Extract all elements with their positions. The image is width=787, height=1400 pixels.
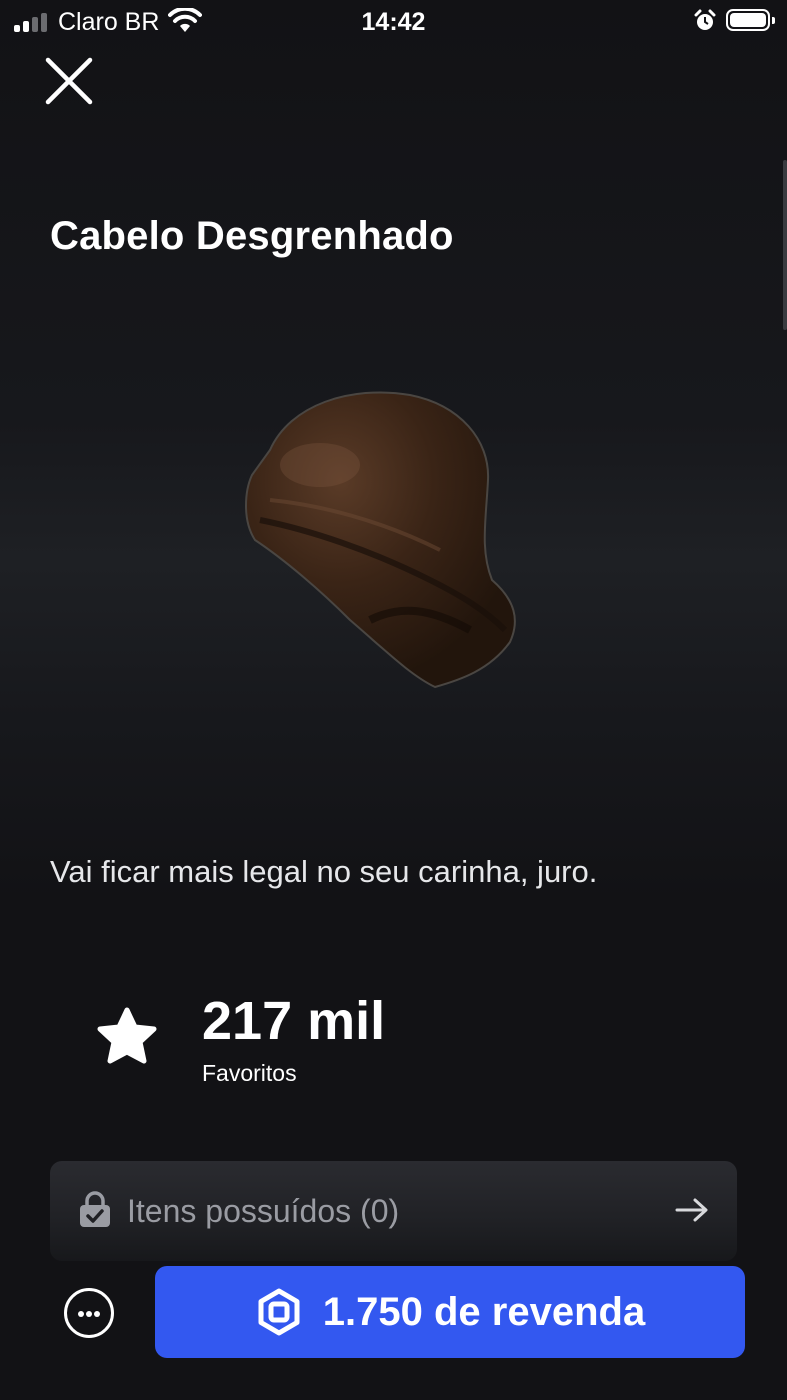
- item-image: [245, 391, 516, 689]
- alarm-icon: [694, 9, 716, 30]
- robux-icon: [258, 1288, 300, 1336]
- battery-icon: [726, 9, 775, 31]
- more-icon[interactable]: [64, 1288, 114, 1338]
- scroll-indicator[interactable]: [783, 160, 787, 330]
- buy-price-label: 1.750 de revenda: [322, 1289, 646, 1334]
- star-icon[interactable]: [94, 1004, 160, 1070]
- lock-icon: [80, 1191, 110, 1227]
- owned-items-row[interactable]: Itens possuídos (0): [50, 1161, 737, 1261]
- close-icon[interactable]: [40, 52, 98, 110]
- item-details-page: Claro BR 14:42 Cabelo Desgrenhado Vai fi…: [0, 0, 787, 1400]
- favorites-label: Favoritos: [202, 1060, 297, 1086]
- clock: 14:42: [361, 8, 426, 36]
- arrow-right-icon: [675, 1198, 708, 1222]
- item-title: Cabelo Desgrenhado: [50, 214, 454, 258]
- buy-resale-button[interactable]: 1.750 de revenda: [155, 1266, 745, 1358]
- favorites-count: 217 mil: [202, 991, 386, 1051]
- item-description: Vai ficar mais legal no seu carinha, jur…: [50, 854, 598, 889]
- status-bar: Claro BR 14:42: [0, 0, 787, 44]
- owned-items-label: Itens possuídos (0): [127, 1193, 400, 1229]
